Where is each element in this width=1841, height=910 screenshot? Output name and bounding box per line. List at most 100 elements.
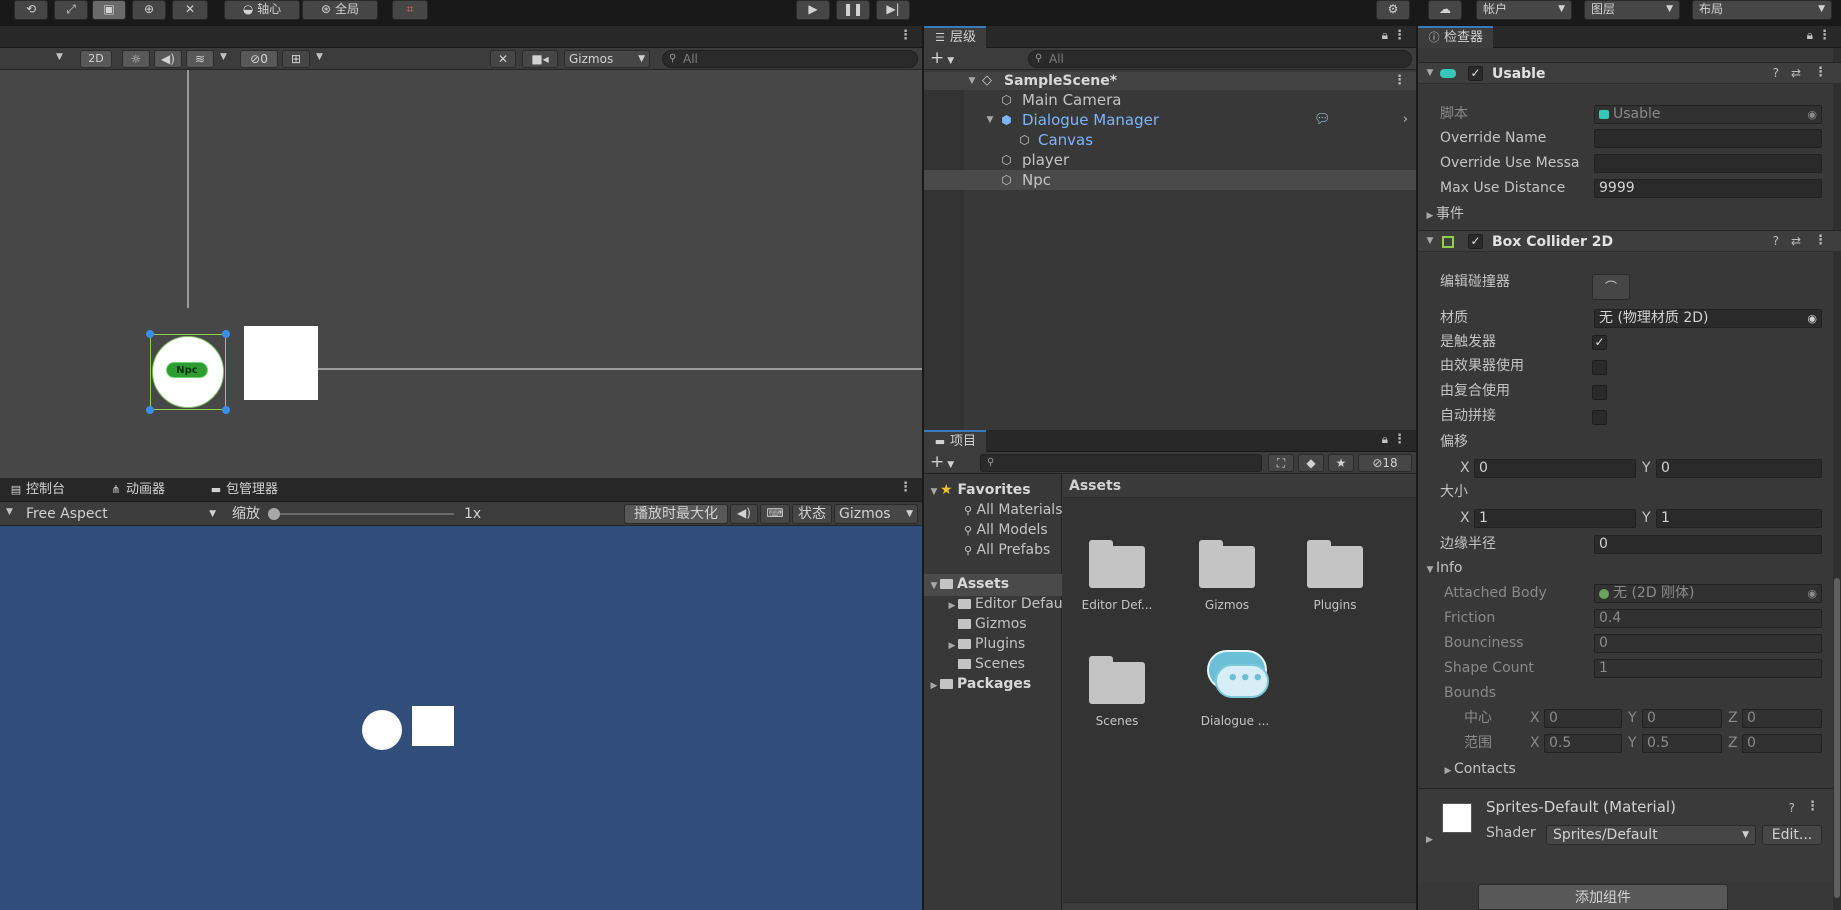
hierarchy-item-canvas[interactable]: ⬡ Canvas <box>924 130 1416 150</box>
services-button[interactable]: ⚙ <box>1376 0 1410 20</box>
stats-toggle[interactable]: 状态 <box>792 504 832 524</box>
used-by-composite-checkbox[interactable] <box>1592 385 1607 400</box>
packages-root-item[interactable]: ▶ Packages <box>928 674 1032 696</box>
scale-slider-thumb[interactable] <box>268 508 280 520</box>
visibility-toggle[interactable]: ⊘0 <box>240 50 278 68</box>
max-use-distance-input[interactable]: 9999 <box>1594 179 1822 198</box>
expand-arrow-icon[interactable]: ▼ <box>966 72 978 90</box>
selection-handle[interactable] <box>146 330 154 338</box>
used-by-effector-checkbox[interactable] <box>1592 360 1607 375</box>
help-icon[interactable]: ? <box>1773 234 1779 248</box>
custom-tool-button[interactable]: ✕ <box>172 0 208 20</box>
asset-folder-plugins[interactable] <box>1303 536 1367 592</box>
game-canvas[interactable] <box>0 526 922 910</box>
component-menu-icon[interactable]: ⋮ <box>1814 65 1827 80</box>
expand-arrow-icon[interactable]: ▶ <box>1424 206 1436 226</box>
grid-toggle[interactable]: ⊞ <box>282 50 310 68</box>
inspector-scrollbar[interactable] <box>1833 48 1841 910</box>
override-name-input[interactable] <box>1594 129 1822 148</box>
tab-console[interactable]: ▤ 控制台 <box>0 478 76 500</box>
search-by-label-button[interactable]: ◆ <box>1298 454 1324 472</box>
hierarchy-menu-icon[interactable]: ⋮ <box>1393 28 1406 43</box>
bottom-menu-icon[interactable]: ⋮ <box>899 480 912 495</box>
project-menu-icon[interactable]: ⋮ <box>1393 432 1406 447</box>
asset-folder-gizmos[interactable] <box>1195 536 1259 592</box>
pivot-toggle-button[interactable]: ◒ 轴心 <box>224 0 300 20</box>
is-trigger-checkbox[interactable]: ✓ <box>1592 335 1607 350</box>
selection-handle[interactable] <box>222 330 230 338</box>
size-y-input[interactable]: 1 <box>1656 509 1822 528</box>
step-button[interactable]: ▶| <box>876 0 910 20</box>
box-collider-enabled-checkbox[interactable]: ✓ <box>1468 234 1483 249</box>
override-use-message-input[interactable] <box>1594 154 1822 173</box>
camera-button[interactable]: ■◂ <box>522 50 558 68</box>
pause-button[interactable]: ❚❚ <box>836 0 870 20</box>
lock-icon[interactable]: 🔒︎ <box>1382 28 1388 43</box>
contacts-foldout[interactable]: ▶ Contacts <box>1442 759 1516 781</box>
hierarchy-item-player[interactable]: ⬡ player <box>924 150 1416 170</box>
chevron-down-icon[interactable]: ▼ <box>220 52 227 62</box>
rotate-tool-button[interactable]: ⟲ <box>14 0 48 20</box>
hierarchy-item-npc[interactable]: ⬡ Npc <box>924 170 1416 190</box>
selection-handle[interactable] <box>146 406 154 414</box>
mute-audio-toggle[interactable]: ◀) <box>730 504 758 524</box>
expand-arrow-icon[interactable]: ▶ <box>1442 761 1454 781</box>
chevron-down-icon[interactable]: ▼ <box>6 507 13 517</box>
asset-folder-item[interactable]: Gizmos <box>958 614 1027 634</box>
size-x-input[interactable]: 1 <box>1474 509 1636 528</box>
assets-root-item[interactable]: ▼ Assets <box>924 574 1062 596</box>
create-asset-button[interactable]: + ▼ <box>930 452 954 475</box>
tab-hierarchy[interactable]: ☰ 层级 <box>924 26 987 48</box>
favorites-button[interactable]: ★ <box>1328 454 1354 472</box>
aspect-dropdown[interactable]: Free Aspect ▼ <box>20 504 220 524</box>
shader-dropdown[interactable]: Sprites/Default ▼ <box>1546 825 1756 845</box>
auto-tiling-checkbox[interactable] <box>1592 410 1607 425</box>
expand-arrow-icon[interactable]: ▶ <box>946 636 958 656</box>
add-component-button[interactable]: 添加组件 <box>1478 884 1728 910</box>
global-toggle-button[interactable]: ⊛ 全局 <box>302 0 378 20</box>
lock-icon[interactable]: 🔒︎ <box>1382 432 1388 447</box>
dialogue-asset-icon[interactable]: ••• <box>1201 650 1271 710</box>
keyboard-toggle[interactable]: ⌨ <box>760 504 790 524</box>
layers-dropdown[interactable]: 图层 ▼ <box>1584 0 1680 20</box>
component-menu-icon[interactable]: ⋮ <box>1814 233 1827 248</box>
hidden-packages-button[interactable]: ⊘18 <box>1358 454 1412 472</box>
tab-package-manager[interactable]: ▬ 包管理器 <box>200 478 289 500</box>
scene-menu-icon[interactable]: ⋮ <box>899 28 912 43</box>
favorite-item[interactable]: ⚲ All Models <box>964 520 1048 541</box>
tab-project[interactable]: ▬ 项目 <box>924 430 987 452</box>
info-foldout[interactable]: ▼ Info <box>1424 558 1463 580</box>
expand-arrow-icon[interactable]: ▼ <box>1424 68 1436 78</box>
project-search-input[interactable]: ⚲ <box>980 454 1262 472</box>
scene-row[interactable]: ▼ ◇ SampleScene* ⋮ <box>924 72 1416 90</box>
breadcrumb-assets[interactable]: Assets <box>1069 474 1121 498</box>
selection-handle[interactable] <box>222 406 230 414</box>
chevron-down-icon[interactable]: ▼ <box>316 52 323 62</box>
usable-enabled-checkbox[interactable]: ✓ <box>1468 66 1483 81</box>
edit-collider-button[interactable]: ⌒ <box>1592 274 1630 300</box>
chevron-down-icon[interactable]: ▼ <box>56 52 63 62</box>
scale-tool-button[interactable]: ⤢ <box>54 0 88 20</box>
offset-x-input[interactable]: 0 <box>1474 459 1636 478</box>
account-dropdown[interactable]: 帐户 ▼ <box>1476 0 1572 20</box>
events-foldout[interactable]: ▶ 事件 <box>1424 204 1464 226</box>
hierarchy-item-main-camera[interactable]: ⬡ Main Camera <box>924 90 1416 110</box>
box-collider-component-header[interactable]: ▼ ✓ Box Collider 2D ? ⇄ ⋮ <box>1418 230 1841 252</box>
asset-folder-item[interactable]: ▶ Plugins <box>946 634 1026 656</box>
scene-gizmos-dropdown[interactable]: Gizmos ▼ <box>564 50 650 68</box>
inspector-menu-icon[interactable]: ⋮ <box>1818 28 1831 43</box>
scene-row-menu-icon[interactable]: ⋮ <box>1393 72 1406 90</box>
play-button[interactable]: ▶ <box>796 0 830 20</box>
hierarchy-search-input[interactable]: ⚲ All <box>1028 50 1412 68</box>
offset-y-input[interactable]: 0 <box>1656 459 1822 478</box>
expand-arrow-icon[interactable]: ▼ <box>984 110 996 130</box>
favorite-item[interactable]: ⚲ All Prefabs <box>964 540 1050 561</box>
expand-arrow-icon[interactable]: ▼ <box>928 482 940 502</box>
asset-folder-item[interactable]: Scenes <box>958 654 1025 674</box>
grid-snap-button[interactable]: ⌗ <box>392 0 428 20</box>
help-icon[interactable]: ? <box>1789 801 1795 815</box>
favorite-item[interactable]: ⚲ All Materials <box>964 500 1063 521</box>
square-sprite[interactable] <box>244 326 318 400</box>
tab-inspector[interactable]: ⓘ 检查器 <box>1418 26 1494 48</box>
lighting-toggle[interactable]: ☼ <box>122 50 150 68</box>
